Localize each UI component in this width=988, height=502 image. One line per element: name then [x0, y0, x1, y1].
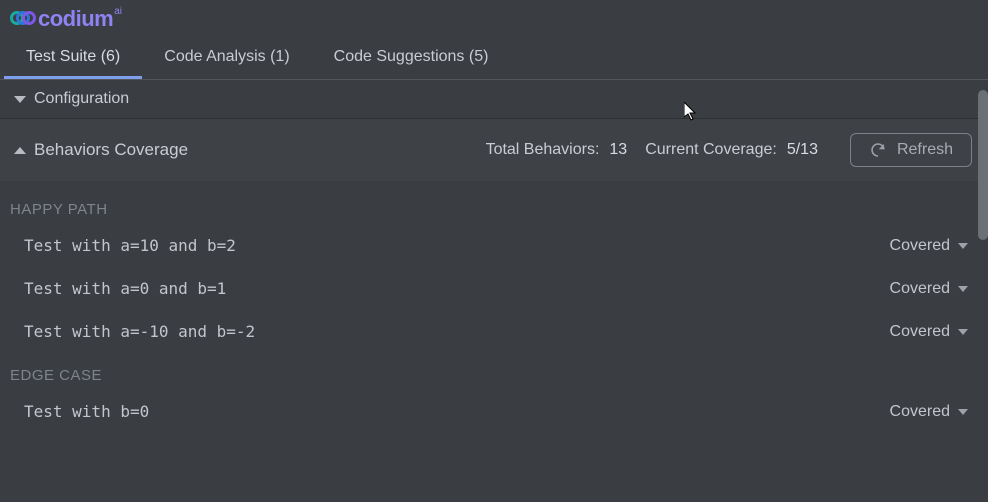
chevron-down-icon[interactable]	[958, 243, 968, 249]
behaviors-title: Behaviors Coverage	[34, 140, 188, 160]
status-badge: Covered	[890, 403, 950, 421]
test-label: Test with a=10 and b=2	[24, 236, 890, 255]
refresh-button[interactable]: Refresh	[850, 133, 972, 167]
test-label: Test with a=-10 and b=-2	[24, 322, 890, 341]
tab-code-analysis[interactable]: Code Analysis (1)	[142, 36, 311, 79]
configuration-section-header[interactable]: Configuration	[0, 80, 988, 119]
status-badge: Covered	[890, 323, 950, 341]
list-item[interactable]: Test with b=0 Covered	[10, 390, 972, 433]
scrollbar[interactable]	[978, 90, 988, 240]
list-item[interactable]: Test with a=-10 and b=-2 Covered	[10, 310, 972, 353]
chevron-down-icon[interactable]	[958, 409, 968, 415]
group-edge-case-label: EDGE CASE	[10, 353, 972, 390]
logo-icon	[10, 9, 36, 29]
logo-suffix: ai	[114, 6, 122, 17]
logo: codium ai	[0, 0, 988, 36]
current-coverage-value: 5/13	[787, 141, 818, 159]
test-label: Test with a=0 and b=1	[24, 279, 890, 298]
chevron-down-icon[interactable]	[958, 329, 968, 335]
status-badge: Covered	[890, 237, 950, 255]
list-item[interactable]: Test with a=10 and b=2 Covered	[10, 224, 972, 267]
test-label: Test with b=0	[24, 402, 890, 421]
current-coverage-label: Current Coverage:	[645, 141, 777, 159]
status-badge: Covered	[890, 280, 950, 298]
refresh-icon	[869, 141, 887, 159]
tab-test-suite[interactable]: Test Suite (6)	[4, 36, 142, 79]
group-happy-path-label: HAPPY PATH	[10, 187, 972, 224]
tab-code-suggestions[interactable]: Code Suggestions (5)	[312, 36, 511, 79]
tab-bar: Test Suite (6) Code Analysis (1) Code Su…	[0, 36, 988, 80]
chevron-down-icon[interactable]	[958, 286, 968, 292]
logo-text: codium	[38, 6, 113, 32]
refresh-label: Refresh	[897, 141, 953, 159]
total-behaviors-label: Total Behaviors:	[486, 141, 600, 159]
total-behaviors-value: 13	[609, 141, 627, 159]
behaviors-list: HAPPY PATH Test with a=10 and b=2 Covere…	[0, 181, 988, 433]
list-item[interactable]: Test with a=0 and b=1 Covered	[10, 267, 972, 310]
behaviors-coverage-header[interactable]: Behaviors Coverage Total Behaviors: 13 C…	[0, 119, 988, 181]
chevron-up-icon	[14, 147, 26, 154]
configuration-title: Configuration	[34, 90, 129, 108]
chevron-down-icon	[14, 96, 26, 103]
